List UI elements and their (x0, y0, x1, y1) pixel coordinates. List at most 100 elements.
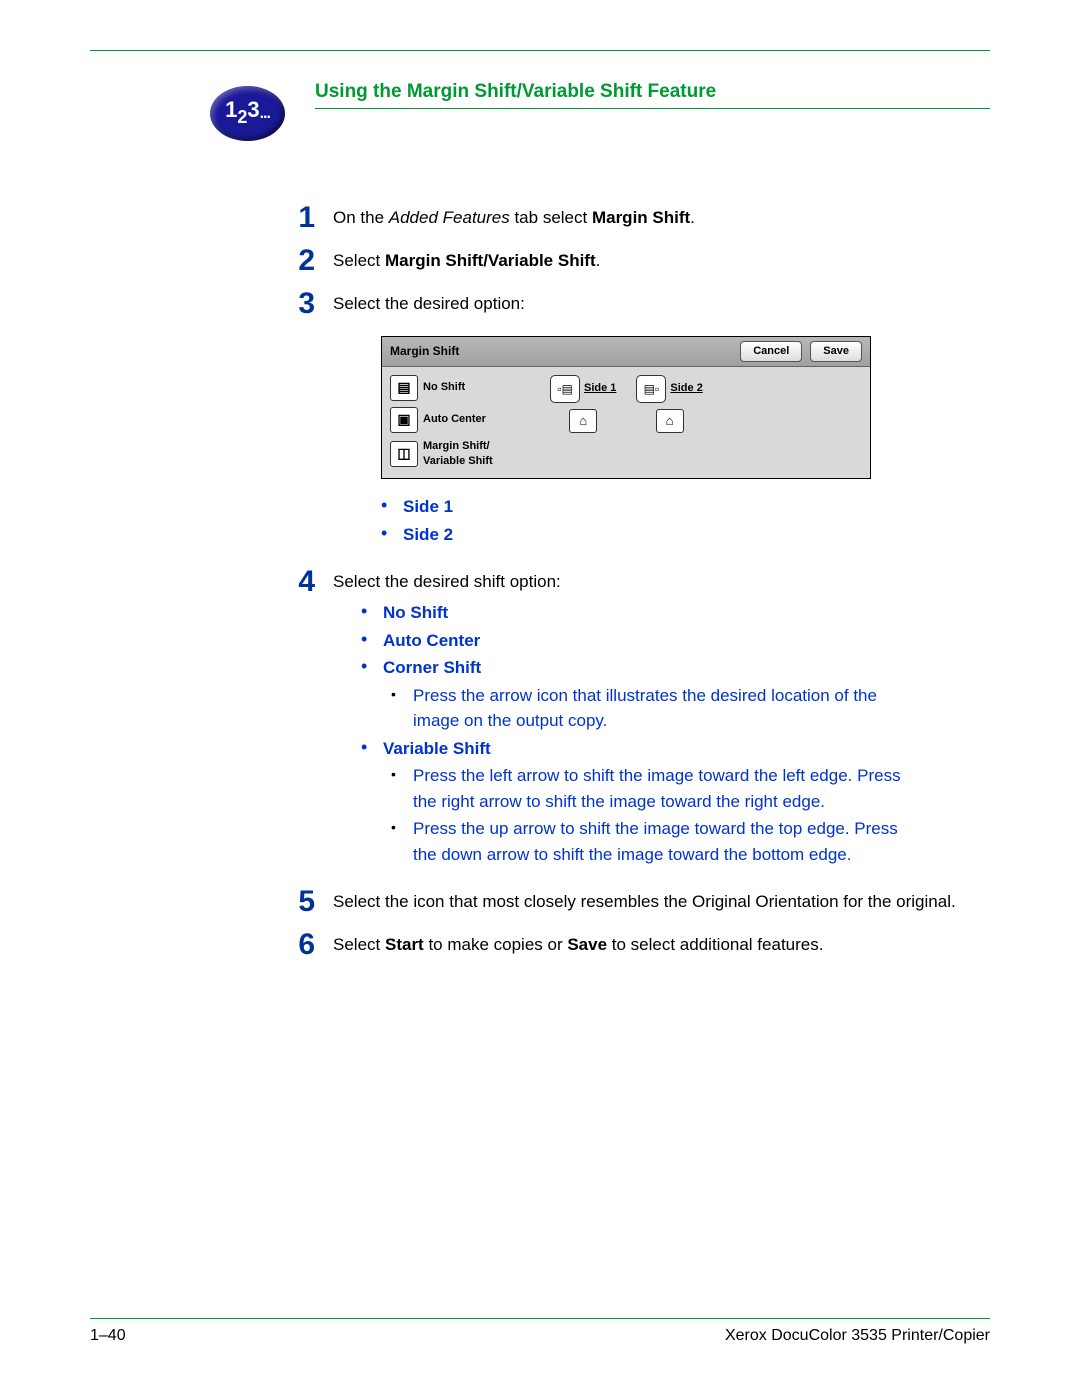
dialog-body: ▤ No Shift ▣ Auto Center ◫ Margin Shift/… (382, 367, 870, 479)
steps-list: 1 On the Added Features tab select Margi… (285, 201, 985, 961)
dialog-title: Margin Shift (390, 343, 732, 359)
text: . (690, 208, 695, 227)
shift-option-bullets: • No Shift • Auto Center • Corner Shift … (361, 600, 985, 867)
side1-label: Side 1 (584, 381, 616, 396)
sub-bullet-text: Press the left arrow to shift the image … (413, 763, 913, 814)
footer-rule (90, 1318, 990, 1319)
text: Select (333, 251, 385, 270)
bullet-icon: • (361, 736, 371, 759)
center-icon: ▣ (390, 407, 418, 433)
side1-column: ▫▤ Side 1 ⌂ (550, 375, 616, 469)
text-italic: Added Features (389, 208, 510, 227)
steps-123-icon: 123... (210, 86, 285, 141)
document-page: 123... Using the Margin Shift/Variable S… (0, 0, 1080, 1397)
bullet-item: • Corner Shift (361, 655, 985, 681)
bullet-label: Corner Shift (383, 655, 481, 681)
step-body: Select the desired shift option: • No Sh… (333, 565, 985, 875)
cancel-button[interactable]: Cancel (740, 341, 802, 362)
text-bold: Save (567, 935, 607, 954)
step-6: 6 Select Start to make copies or Save to… (285, 928, 985, 961)
text: . (596, 251, 601, 270)
sub-bullet-item: • Press the left arrow to shift the imag… (391, 763, 985, 814)
section-heading: Using the Margin Shift/Variable Shift Fe… (315, 81, 990, 109)
bullet-icon: • (391, 683, 401, 705)
step-number: 2 (285, 244, 315, 277)
bullet-icon: • (391, 816, 401, 838)
option-label: No Shift (423, 380, 465, 395)
text-bold: Margin Shift (592, 208, 690, 227)
footer-row: 1–40 Xerox DocuColor 3535 Printer/Copier (90, 1327, 990, 1345)
step-number: 1 (285, 201, 315, 234)
dialog-header: Margin Shift Cancel Save (382, 337, 870, 367)
bullet-item: • Auto Center (361, 628, 985, 654)
icon-n1: 1 (225, 97, 237, 123)
step-4: 4 Select the desired shift option: • No … (285, 565, 985, 875)
side2-icon[interactable]: ▤▫ (636, 375, 666, 403)
step-number: 4 (285, 565, 315, 598)
option-label: Auto Center (423, 412, 486, 427)
step-number: 6 (285, 928, 315, 961)
bullet-icon: • (391, 763, 401, 785)
sub-bullet-item: • Press the arrow icon that illustrates … (391, 683, 985, 734)
sub-bullet-item: • Press the up arrow to shift the image … (391, 816, 985, 867)
side2-label: Side 2 (670, 381, 702, 396)
icon-n3: 3 (247, 97, 259, 123)
text: Select (333, 935, 385, 954)
bullet-item: • Variable Shift (361, 736, 985, 762)
side-bullets: • Side 1 • Side 2 (381, 494, 985, 547)
option-label: Margin Shift/Variable Shift (423, 439, 493, 469)
ui-screenshot: Margin Shift Cancel Save ▤ No Shift ▣ (381, 336, 871, 480)
step-3: 3 Select the desired option: Margin Shif… (285, 287, 985, 555)
bullet-icon: • (381, 522, 391, 545)
text: to make copies or (424, 935, 568, 954)
step-body: On the Added Features tab select Margin … (333, 201, 985, 230)
sub-bullet-text: Press the up arrow to shift the image to… (413, 816, 913, 867)
home-icon[interactable]: ⌂ (656, 409, 684, 433)
icon-dots: ... (260, 105, 270, 123)
heading-row: 123... Using the Margin Shift/Variable S… (210, 81, 990, 141)
bullet-label: No Shift (383, 600, 448, 626)
page-footer: 1–40 Xerox DocuColor 3535 Printer/Copier (90, 1318, 990, 1345)
icon-n2: 2 (237, 107, 247, 128)
sub-bullets: • Press the arrow icon that illustrates … (391, 683, 985, 734)
bullet-label: Side 2 (403, 522, 453, 548)
option-no-shift[interactable]: ▤ No Shift (390, 375, 530, 401)
home-icon[interactable]: ⌂ (569, 409, 597, 433)
step-number: 3 (285, 287, 315, 320)
bullet-label: Variable Shift (383, 736, 491, 762)
step-body: Select the icon that most closely resemb… (333, 885, 985, 914)
text: tab select (510, 208, 592, 227)
side2-column: ▤▫ Side 2 ⌂ (636, 375, 702, 469)
text: Select the icon that most closely resemb… (333, 892, 956, 911)
text: On the (333, 208, 389, 227)
step-number: 5 (285, 885, 315, 918)
sub-bullets: • Press the left arrow to shift the imag… (391, 763, 985, 867)
step-1: 1 On the Added Features tab select Margi… (285, 201, 985, 234)
bullet-item: • No Shift (361, 600, 985, 626)
option-auto-center[interactable]: ▣ Auto Center (390, 407, 530, 433)
step-2: 2 Select Margin Shift/Variable Shift. (285, 244, 985, 277)
text: Select the desired option: (333, 294, 525, 313)
option-margin-variable[interactable]: ◫ Margin Shift/Variable Shift (390, 439, 530, 469)
text: to select additional features. (607, 935, 823, 954)
bullet-item: • Side 2 (381, 522, 985, 548)
bullet-label: Side 1 (403, 494, 453, 520)
product-name: Xerox DocuColor 3535 Printer/Copier (725, 1327, 990, 1345)
top-rule (90, 50, 990, 51)
text-bold: Start (385, 935, 424, 954)
bullet-item: • Side 1 (381, 494, 985, 520)
bullet-label: Auto Center (383, 628, 480, 654)
step-body: Select Start to make copies or Save to s… (333, 928, 985, 957)
bullet-icon: • (381, 494, 391, 517)
sub-bullet-text: Press the arrow icon that illustrates th… (413, 683, 913, 734)
bullet-icon: • (361, 655, 371, 678)
text-bold: Margin Shift/Variable Shift (385, 251, 596, 270)
step-body: Select Margin Shift/Variable Shift. (333, 244, 985, 273)
bullet-icon: • (361, 600, 371, 623)
dialog-options: ▤ No Shift ▣ Auto Center ◫ Margin Shift/… (390, 375, 530, 469)
save-button[interactable]: Save (810, 341, 862, 362)
doc-icon: ▤ (390, 375, 418, 401)
bullet-icon: • (361, 628, 371, 651)
side1-icon[interactable]: ▫▤ (550, 375, 580, 403)
step-5: 5 Select the icon that most closely rese… (285, 885, 985, 918)
